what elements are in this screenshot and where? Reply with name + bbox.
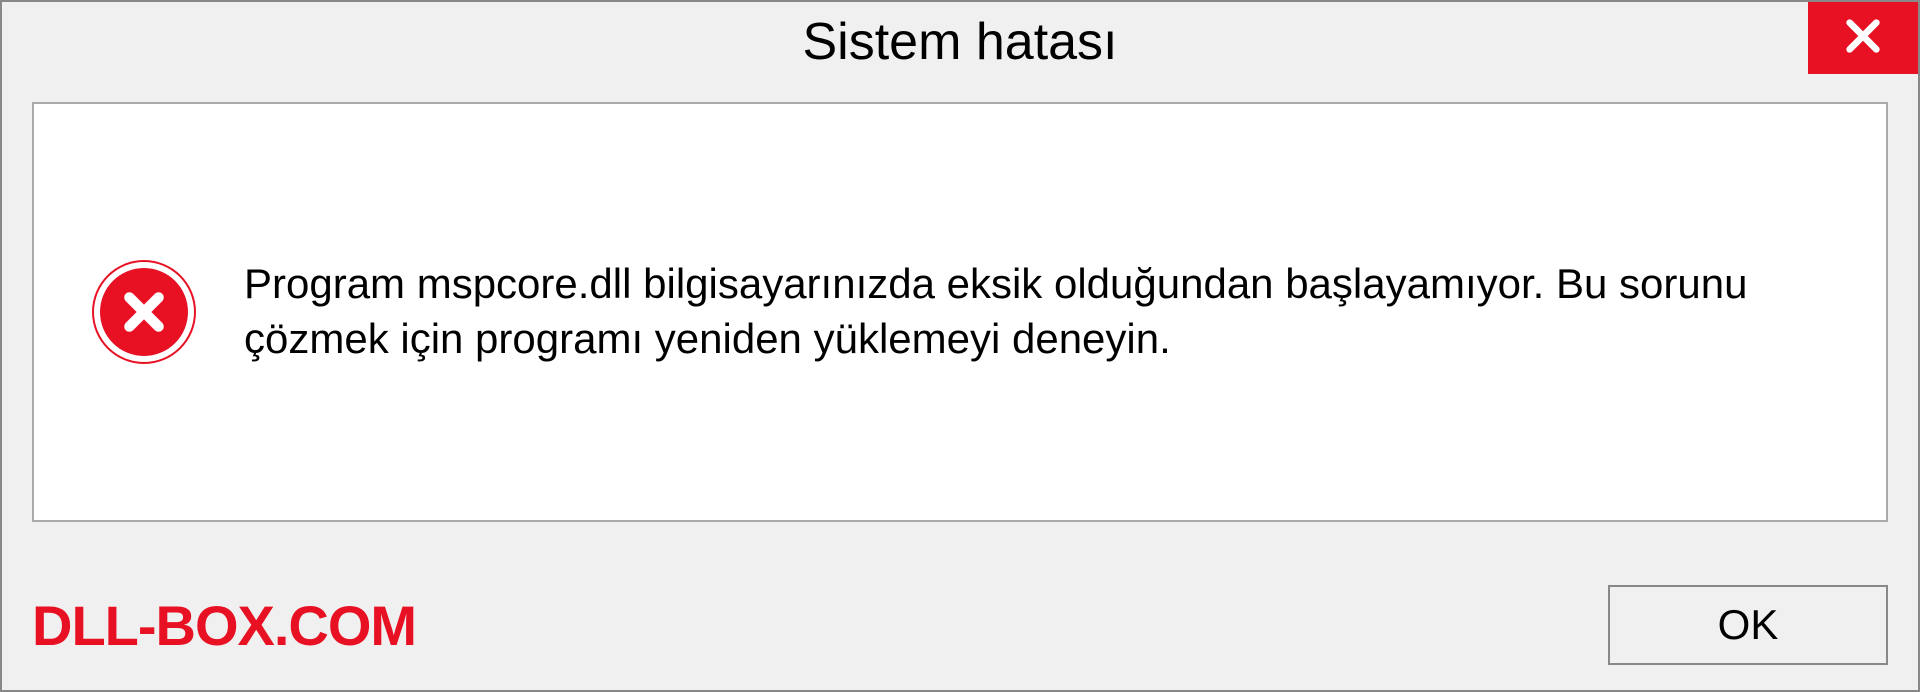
watermark-text: DLL-BOX.COM	[32, 593, 416, 658]
window-title: Sistem hatası	[802, 12, 1117, 72]
error-message: Program mspcore.dll bilgisayarınızda eks…	[244, 257, 1826, 366]
close-button[interactable]	[1808, 2, 1918, 74]
ok-button-label: OK	[1718, 601, 1779, 649]
footer: DLL-BOX.COM OK	[32, 580, 1888, 670]
ok-button[interactable]: OK	[1608, 585, 1888, 665]
content-panel: Program mspcore.dll bilgisayarınızda eks…	[32, 102, 1888, 522]
close-icon	[1843, 16, 1883, 61]
error-icon	[94, 262, 194, 362]
titlebar: Sistem hatası	[2, 2, 1918, 82]
